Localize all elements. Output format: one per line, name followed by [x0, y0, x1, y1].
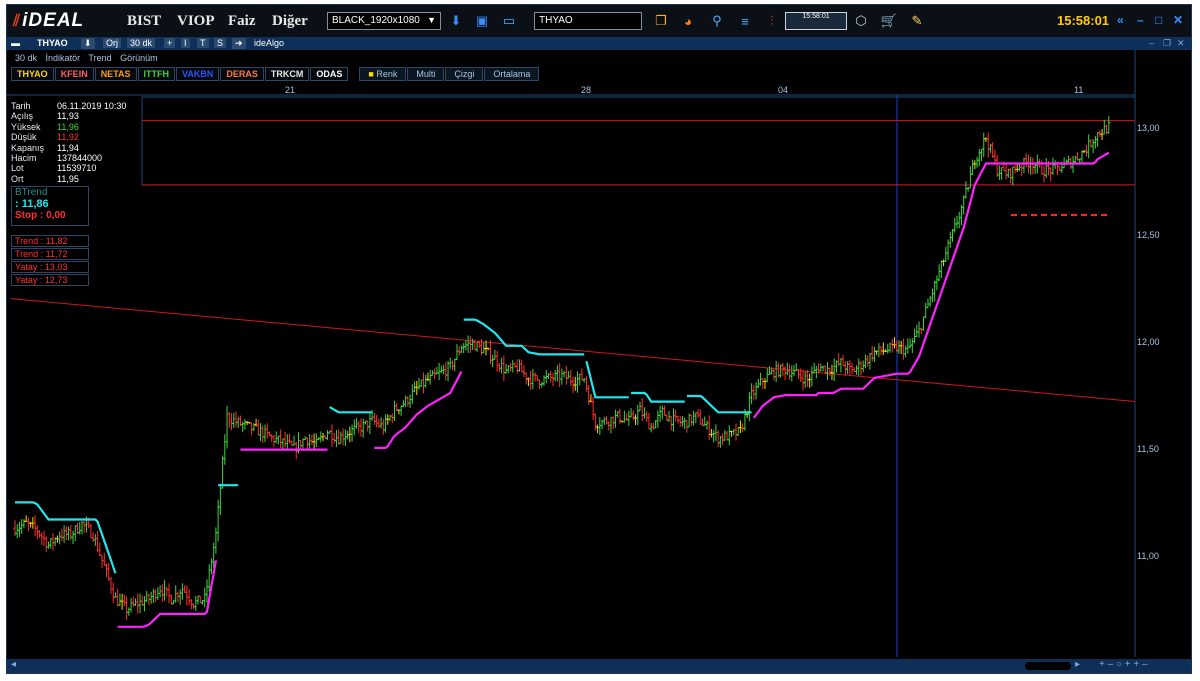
trend-stop-down-line — [686, 394, 752, 414]
trend-stop-down-line — [631, 391, 685, 403]
info-key: Hacim — [11, 152, 37, 163]
date-label: 04 — [778, 85, 789, 95]
trend-stop-up-line — [374, 370, 463, 449]
price-label: 11,50 — [1137, 444, 1159, 454]
info-key: Lot — [11, 163, 24, 174]
level-trend-2: Trend : 11,72 — [11, 248, 89, 260]
info-value: 11,92 — [57, 132, 79, 143]
level-yatay-1: Yatay : 13,03 — [11, 261, 89, 273]
btrend-panel: BTrend : 11,86 Stop : 0,00 — [11, 186, 89, 226]
info-row: Açılış 11,93 — [11, 111, 141, 121]
bar-info-panel: Tarih 06.11.2019 10:30 Açılış 11,93 Yüksek 11… — [11, 101, 141, 184]
info-key: Kapanış — [11, 142, 45, 153]
info-value: 11,96 — [57, 121, 79, 132]
date-label: 21 — [285, 85, 296, 95]
info-value: 11,94 — [57, 142, 79, 153]
zoom-controls[interactable]: + – ○ + + – — [1099, 659, 1148, 670]
info-key: Yüksek — [11, 121, 41, 132]
info-value: 137844000 — [57, 152, 103, 163]
price-label: 11,00 — [1137, 551, 1159, 561]
scroll-left-icon[interactable]: ◂ — [11, 659, 16, 670]
date-label: 11 — [1074, 85, 1084, 95]
trend-stop-down-line — [585, 360, 629, 399]
btrend-value: : 11,86 — [15, 198, 49, 210]
info-key: Düşük — [11, 132, 37, 143]
info-row: Kapanış 11,94 — [11, 143, 141, 153]
scroll-thumb[interactable] — [1025, 662, 1071, 670]
btrend-stop: Stop : 0,00 — [15, 210, 66, 221]
price-label: 12,50 — [1137, 230, 1160, 240]
info-row: Tarih 06.11.2019 10:30 — [11, 101, 141, 111]
price-label: 13,00 — [1137, 123, 1160, 133]
price-label: 12,00 — [1137, 337, 1160, 347]
info-value: 11,95 — [57, 173, 79, 184]
info-row: Ort 11,95 — [11, 174, 141, 184]
info-row: Düşük 11,92 — [11, 132, 141, 142]
info-value: 11539710 — [57, 163, 97, 174]
scroll-right-icon[interactable]: ▸ — [1075, 659, 1080, 670]
trend-stop-down-line — [329, 406, 373, 414]
info-row: Yüksek 11,96 — [11, 122, 141, 132]
info-row: Hacim 137844000 — [11, 153, 141, 163]
app-window: ⫽iDEAL BIST VIOP Faiz Diğer BLACK_1920x1… — [6, 4, 1192, 674]
info-value: 06.11.2019 10:30 — [57, 101, 127, 111]
chart-scroll-bar[interactable]: ◂ ▸ + – ○ + + – — [7, 659, 1191, 673]
info-row: Lot 11539710 — [11, 163, 141, 173]
price-chart[interactable] — [7, 5, 1192, 674]
level-trend-1: Trend : 11,82 — [11, 235, 89, 247]
trend-stop-down-line — [15, 501, 117, 574]
level-yatay-2: Yatay : 12,73 — [11, 274, 89, 286]
btrend-title: BTrend — [15, 187, 48, 198]
info-value: 11,93 — [57, 111, 79, 122]
date-label: 28 — [581, 85, 592, 95]
info-key: Tarih — [11, 101, 31, 111]
info-key: Ort — [11, 173, 24, 184]
info-key: Açılış — [11, 111, 34, 122]
